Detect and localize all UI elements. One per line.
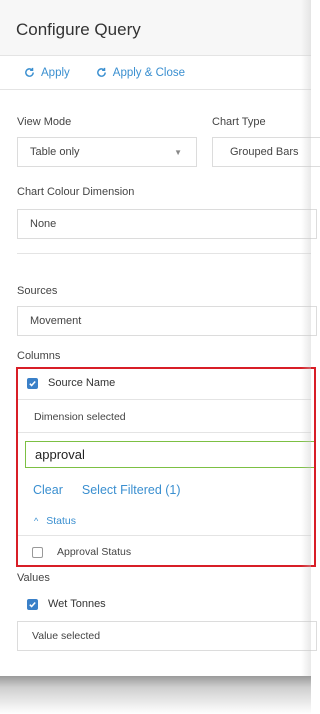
view-mode-select[interactable]: Table only ▼ <box>17 137 197 167</box>
view-mode-value: Table only <box>30 146 80 158</box>
divider <box>17 253 311 254</box>
apply-close-button[interactable]: Apply & Close <box>96 67 185 79</box>
configure-query-panel: Configure Query Apply Apply & Close View… <box>0 0 320 676</box>
colour-dimension-value: None <box>30 218 57 230</box>
panel-bottom-shadow <box>0 676 311 714</box>
apply-button[interactable]: Apply <box>24 67 70 79</box>
sources-group: Sources Movement <box>17 285 317 336</box>
page-title: Configure Query <box>16 20 141 39</box>
values-label: Values <box>17 572 50 584</box>
highlight-box <box>16 367 316 567</box>
colour-dimension-group: Chart Colour Dimension None <box>17 186 317 239</box>
view-mode-group: View Mode Table only ▼ <box>17 116 203 167</box>
colour-dimension-select[interactable]: None <box>17 209 317 239</box>
chevron-down-icon: ▼ <box>174 148 182 157</box>
view-chart-row: View Mode Table only ▼ Chart Type Groupe… <box>17 116 320 167</box>
wet-tonnes-label: Wet Tonnes <box>48 598 106 610</box>
colour-dimension-label: Chart Colour Dimension <box>17 186 135 198</box>
sources-select[interactable]: Movement <box>17 306 317 336</box>
panel-header: Configure Query <box>0 0 311 56</box>
chart-type-value: Grouped Bars <box>230 146 299 158</box>
apply-close-label: Apply & Close <box>112 66 186 79</box>
apply-label: Apply <box>41 66 70 79</box>
sources-value: Movement <box>30 315 82 327</box>
value-selected-text: Value selected <box>32 630 101 642</box>
panel-edge-shadow <box>301 0 311 676</box>
sources-label: Sources <box>17 285 58 297</box>
checkbox-checked[interactable] <box>27 598 38 610</box>
columns-label: Columns <box>17 350 61 362</box>
refresh-icon <box>25 67 34 77</box>
wet-tonnes-checkbox-row[interactable]: Wet Tonnes <box>27 598 106 610</box>
view-mode-label: View Mode <box>17 116 72 128</box>
action-bar: Apply Apply & Close <box>0 56 311 90</box>
refresh-icon <box>96 67 106 77</box>
value-selected-box: Value selected <box>17 621 317 651</box>
